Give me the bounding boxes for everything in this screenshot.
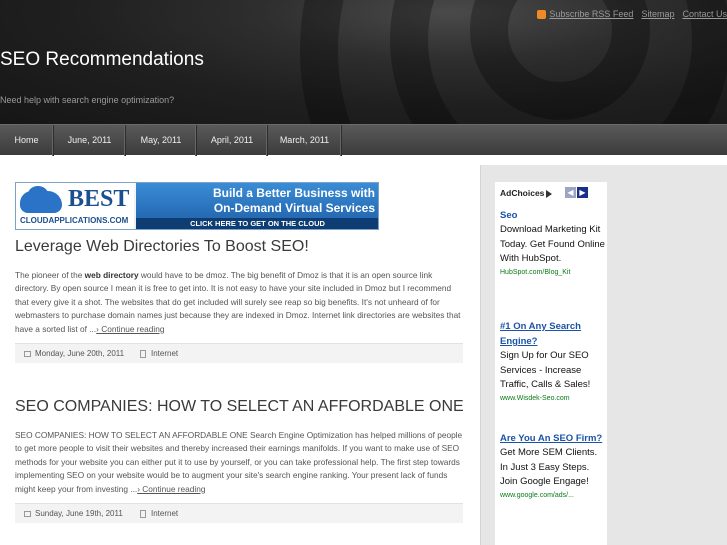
banner-message: Build a Better Business with On-Demand V… xyxy=(136,183,378,229)
banner-headline-2: On-Demand Virtual Services xyxy=(213,201,375,215)
post-excerpt-text: SEO COMPANIES: HOW TO SELECT AN AFFORDAB… xyxy=(15,430,463,494)
sidebar: AdChoices ◀ ▶ Seo Download Marketing Kit… xyxy=(480,165,727,545)
rss-icon[interactable] xyxy=(537,9,547,19)
post-category-link[interactable]: Internet xyxy=(151,344,178,364)
site-title[interactable]: SEO Recommendations xyxy=(0,49,204,71)
main-nav: Home June, 2011 May, 2011 April, 2011 Ma… xyxy=(0,124,727,156)
banner-ad[interactable]: BEST CLOUDAPPLICATIONS.COM Build a Bette… xyxy=(15,182,379,230)
nav-item-june-2011[interactable]: June, 2011 xyxy=(54,125,126,156)
continue-reading-link[interactable]: › Continue reading xyxy=(137,484,205,494)
calendar-icon xyxy=(24,351,31,357)
ad-unit: AdChoices ◀ ▶ Seo Download Marketing Kit… xyxy=(495,182,607,545)
cloud-icon xyxy=(20,191,62,213)
next-arrow-icon[interactable]: ▶ xyxy=(577,187,588,198)
ad-title[interactable]: Are You An SEO Firm? xyxy=(500,431,606,446)
post-meta: Monday, June 20th, 2011 Internet xyxy=(15,343,463,363)
ad-description: Sign Up for Our SEO Services - Increase … xyxy=(500,350,591,391)
web-directory-link[interactable]: web directory xyxy=(85,270,139,280)
ad-title[interactable]: #1 On Any Search Engine? xyxy=(500,319,606,349)
post-date: Sunday, June 19th, 2011 xyxy=(35,509,123,518)
post-date: Monday, June 20th, 2011 xyxy=(35,349,125,358)
ad-description: Download Marketing Kit Today. Get Found … xyxy=(500,224,605,265)
ad-item[interactable]: Seo Download Marketing Kit Today. Get Fo… xyxy=(500,208,606,278)
ad-url[interactable]: HubSpot.com/Blog_Kit xyxy=(500,267,606,278)
prev-arrow-icon[interactable]: ◀ xyxy=(565,187,576,198)
sitemap-link[interactable]: Sitemap xyxy=(641,9,674,19)
nav-item-home[interactable]: Home xyxy=(0,125,54,156)
ad-url[interactable]: www.Wisdek-Seo.com xyxy=(500,393,606,404)
continue-reading-link[interactable]: › Continue reading xyxy=(96,324,164,334)
top-links: Subscribe RSS Feed Sitemap Contact Us xyxy=(537,9,727,19)
nav-item-may-2011[interactable]: May, 2011 xyxy=(126,125,197,156)
subscribe-rss-link[interactable]: Subscribe RSS Feed xyxy=(549,9,633,19)
nav-item-april-2011[interactable]: April, 2011 xyxy=(197,125,268,156)
post-title[interactable]: Leverage Web Directories To Boost SEO! xyxy=(15,238,309,256)
banner-cta[interactable]: CLICK HERE TO GET ON THE CLOUD xyxy=(136,218,378,229)
post-title[interactable]: SEO COMPANIES: HOW TO SELECT AN AFFORDAB… xyxy=(15,398,464,416)
banner-site: CLOUDAPPLICATIONS.COM xyxy=(20,216,129,225)
banner-brand: BEST xyxy=(68,186,130,212)
site-header: Subscribe RSS Feed Sitemap Contact Us SE… xyxy=(0,0,727,124)
folder-icon xyxy=(140,510,146,518)
ad-url[interactable]: www.google.com/ads/... xyxy=(500,490,606,501)
folder-icon xyxy=(140,350,146,358)
adchoices-icon xyxy=(546,189,553,198)
post-meta: Sunday, June 19th, 2011 Internet xyxy=(15,503,463,523)
adchoices-label[interactable]: AdChoices xyxy=(500,188,553,198)
adchoices-text: AdChoices xyxy=(500,188,545,198)
post-category-link[interactable]: Internet xyxy=(151,504,178,524)
calendar-icon xyxy=(24,511,31,517)
ad-title[interactable]: Seo xyxy=(500,208,606,223)
nav-item-march-2011[interactable]: March, 2011 xyxy=(268,125,342,156)
site-tagline: Need help with search engine optimizatio… xyxy=(0,95,175,105)
banner-logo: BEST CLOUDAPPLICATIONS.COM xyxy=(16,183,134,229)
ad-item[interactable]: #1 On Any Search Engine? Sign Up for Our… xyxy=(500,319,606,404)
post-excerpt-text: The pioneer of the xyxy=(15,270,85,280)
ad-item[interactable]: Are You An SEO Firm? Get More SEM Client… xyxy=(500,431,606,501)
post-excerpt: The pioneer of the web directory would h… xyxy=(15,269,465,336)
post-excerpt: SEO COMPANIES: HOW TO SELECT AN AFFORDAB… xyxy=(15,429,465,496)
contact-us-link[interactable]: Contact Us xyxy=(682,9,727,19)
ad-description: Get More SEM Clients. In Just 3 Easy Ste… xyxy=(500,447,598,488)
banner-headline-1: Build a Better Business with xyxy=(212,186,375,200)
